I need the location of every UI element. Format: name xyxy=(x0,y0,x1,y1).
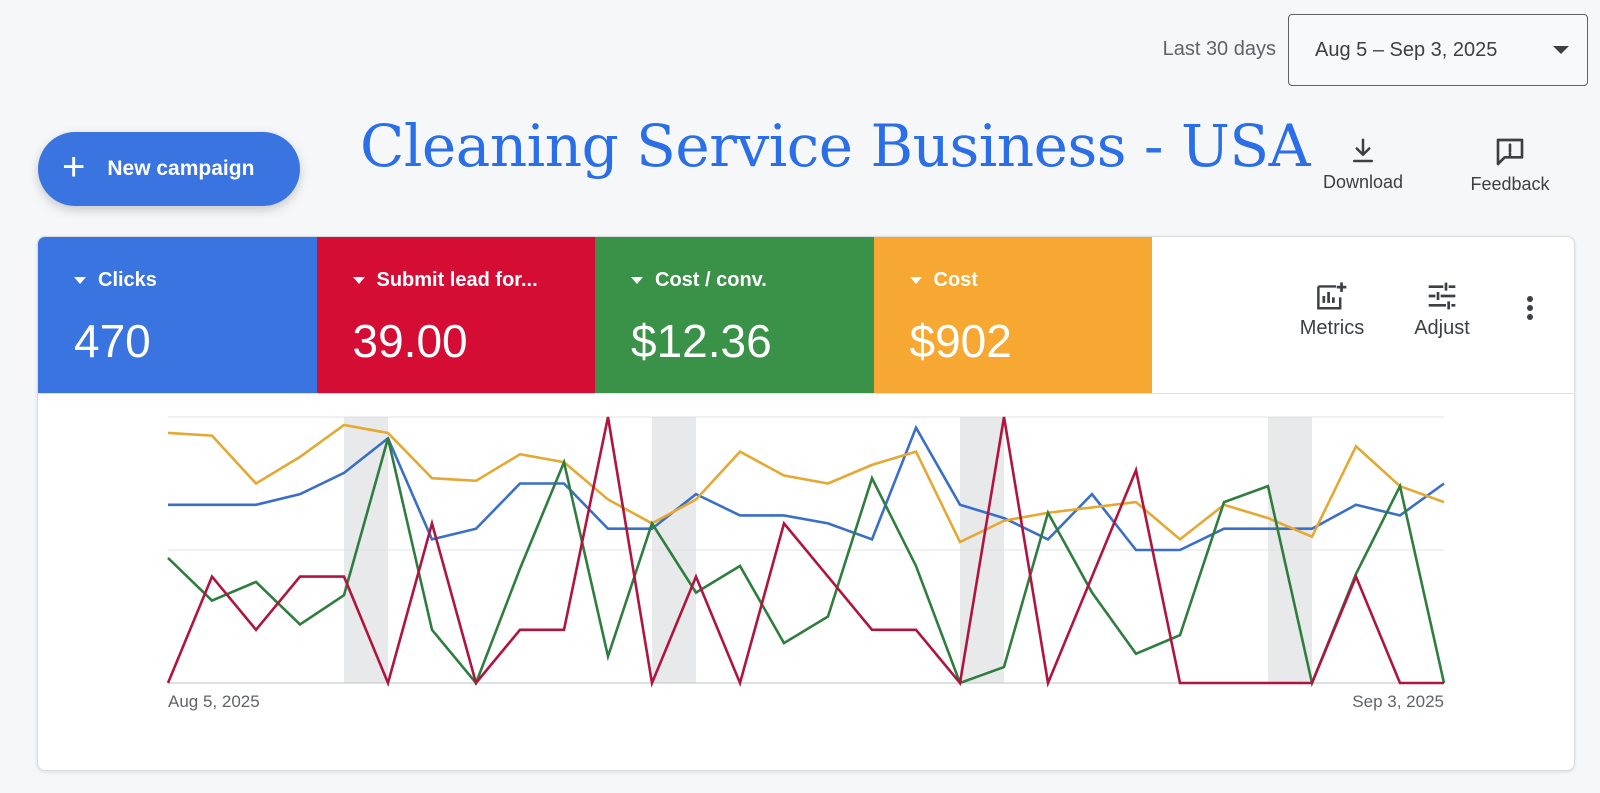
plus-icon: + xyxy=(62,145,86,189)
x-axis-end-label: Sep 3, 2025 xyxy=(1352,692,1444,711)
date-range-picker[interactable]: Aug 5 – Sep 3, 2025 xyxy=(1288,14,1588,86)
new-campaign-label: New campaign xyxy=(107,157,255,180)
date-range-label: Last 30 days xyxy=(1162,38,1276,60)
dropdown-arrow-icon xyxy=(1553,46,1569,54)
new-campaign-button[interactable]: + New campaign xyxy=(38,132,300,206)
download-button[interactable]: Download xyxy=(1298,136,1428,193)
x-axis-start-label: Aug 5, 2025 xyxy=(168,692,260,711)
date-range-value: Aug 5 – Sep 3, 2025 xyxy=(1315,38,1498,61)
feedback-icon xyxy=(1496,138,1524,166)
download-label: Download xyxy=(1322,172,1404,192)
performance-card: Clicks 470 Submit lead for... 39.00 Cost… xyxy=(37,236,1575,771)
feedback-label: Feedback xyxy=(1470,174,1550,194)
feedback-button[interactable]: Feedback xyxy=(1445,136,1575,195)
performance-chart: Aug 5, 2025 Sep 3, 2025 xyxy=(166,416,1446,711)
page-title: Cleaning Service Business - USA xyxy=(360,112,1310,180)
download-icon xyxy=(1353,138,1373,163)
